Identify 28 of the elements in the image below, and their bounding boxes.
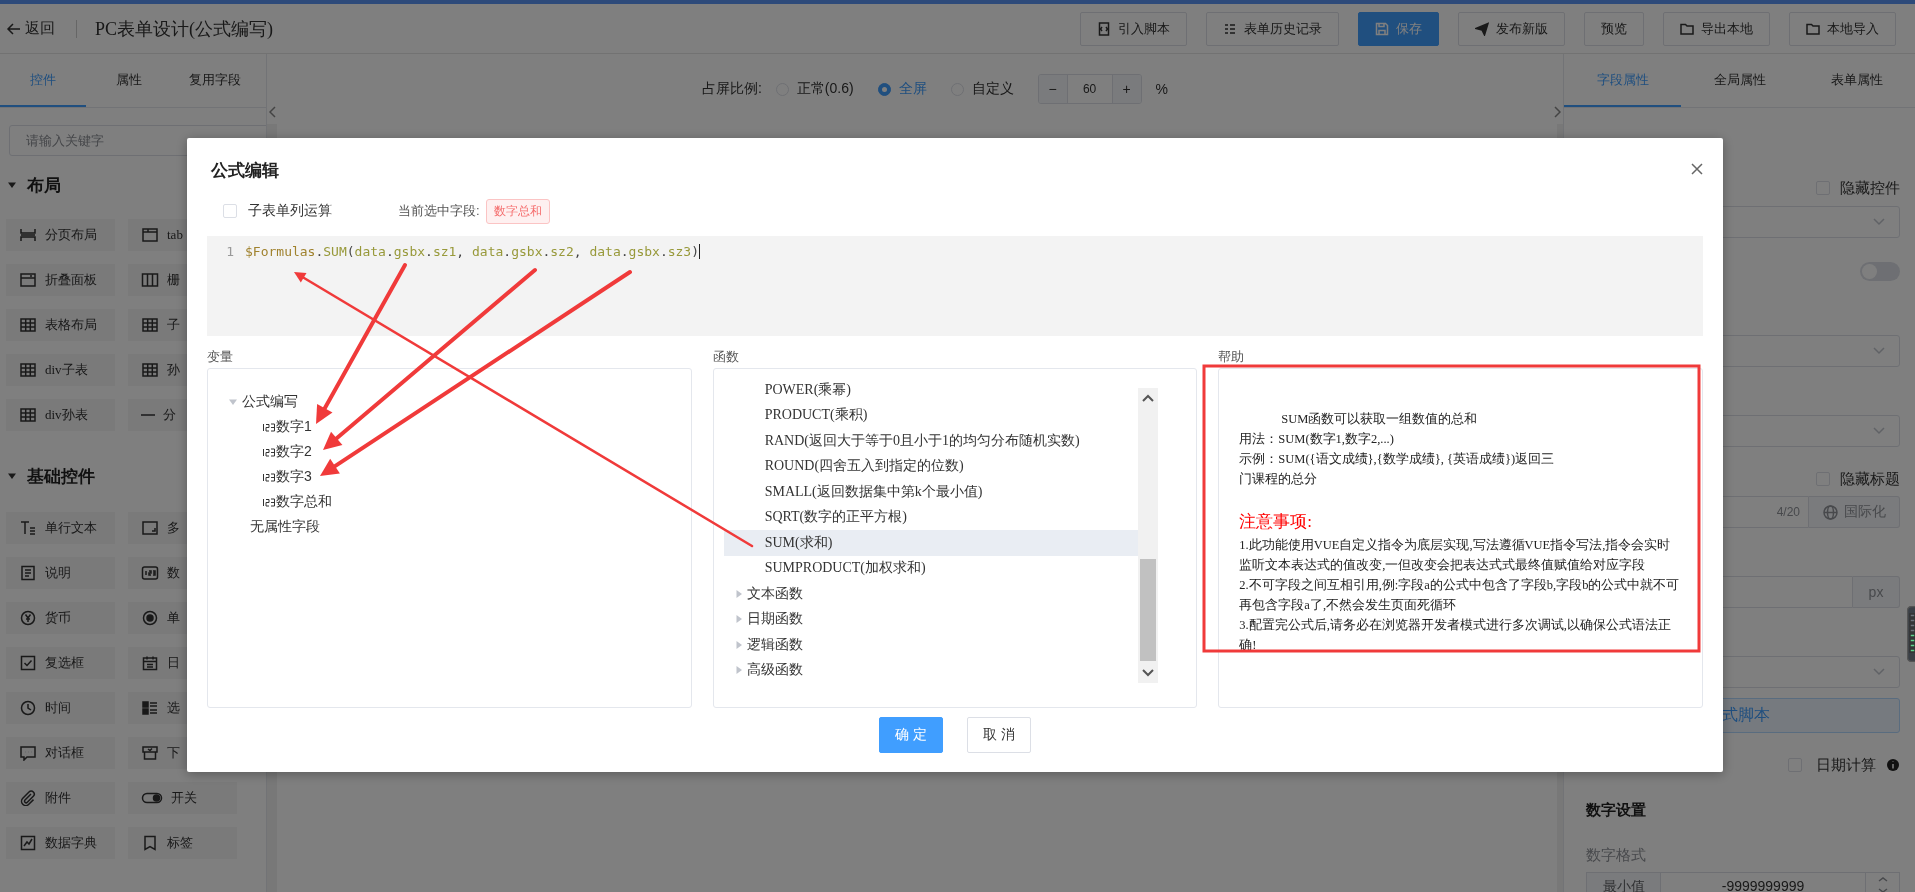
note-text: 3.配置完公式后,请务必在浏览器开发者模式进行多次调试,以确保公式语法正确! [1239, 617, 1672, 654]
dialog-title: 公式编辑 [211, 159, 279, 182]
note-text: 2.不可字段之间互相引用,例:字段a的公式中包含了字段b,字段b的公式中就不可再包含字段a了,不然会发生页面死循环 [1239, 577, 1681, 614]
ratio-label: 占屏比例: [701, 80, 762, 98]
radio-label: 正常(0.6) [796, 80, 854, 98]
help-text: 示例：SUM({语文成绩},{数学成绩}, {英语成绩})返回三门课程的总分 [1239, 451, 1556, 488]
section-title: 布局 [27, 174, 61, 197]
panel-label: 函数 [712, 349, 739, 364]
panel-label: 帮助 [1218, 349, 1245, 364]
checkbox-label: 日期计算 [1816, 755, 1876, 775]
page-title: PC表单设计(公式编写) [95, 17, 273, 41]
section-heading: 数字设置 [1586, 800, 1646, 820]
radio-label: 全屏 [898, 80, 927, 98]
min-label: 最小值 [1587, 873, 1661, 892]
notes-title: 注意事项: [1239, 511, 1314, 533]
checkbox-label: 子表单列运算 [248, 202, 332, 220]
code-line: $Formulas.SUM(data.gsbx.sz1, data.gsbx.sz2, data.gsbx.sz3) [245, 244, 700, 259]
checkbox-label: 隐藏控件 [1840, 178, 1900, 198]
field-label: 当前选中字段: [398, 202, 480, 220]
unit-label: % [1155, 81, 1169, 97]
help-text: 用法：SUM(数字1,数字2,...) [1239, 431, 1395, 448]
radio-label: 自定义 [971, 80, 1014, 98]
checkbox-label: 隐藏标题 [1840, 469, 1900, 489]
number-value: -9999999999 [1720, 877, 1806, 892]
section-title: 基础控件 [27, 465, 95, 488]
help-text: SUM函数可以获取一组数值的总和 [1280, 411, 1479, 428]
field-tag: 数字总和 [485, 198, 550, 224]
note-text: 1.此功能使用VUE自定义指令为底层实现,写法遵循VUE指令写法,指令会实时监听文本表达式的值改变,一但改变会把表达式式最终值赋值给对应字段 [1239, 537, 1672, 574]
